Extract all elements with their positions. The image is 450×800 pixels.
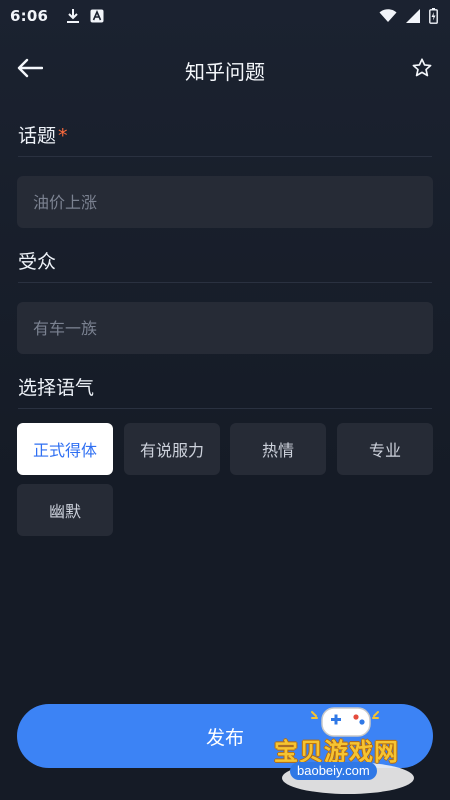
publish-button[interactable]: 发布 — [17, 704, 433, 768]
tone-chip-humorous[interactable]: 幽默 — [17, 484, 113, 536]
wifi-icon — [379, 9, 397, 23]
tone-chip-professional[interactable]: 专业 — [337, 423, 433, 475]
signal-icon — [405, 9, 421, 23]
audience-input[interactable] — [17, 302, 433, 354]
required-mark: * — [58, 125, 68, 147]
status-notification-icons — [66, 8, 104, 24]
download-icon — [66, 8, 80, 24]
tone-label: 选择语气 — [18, 377, 95, 399]
favorite-button[interactable] — [410, 56, 434, 80]
status-time: 6:06 — [10, 7, 49, 25]
topic-label: 话题 * — [18, 121, 68, 148]
tone-chip-persuasive[interactable]: 有说服力 — [124, 423, 220, 475]
star-outline-icon — [412, 58, 432, 77]
a-badge-icon — [90, 9, 104, 23]
header: 知乎问题 — [0, 42, 450, 96]
topic-label-text: 话题 — [18, 125, 57, 147]
tone-chip-enthusiastic[interactable]: 热情 — [230, 423, 326, 475]
topic-input[interactable] — [17, 176, 433, 228]
audience-divider — [18, 282, 432, 283]
page-title: 知乎问题 — [185, 60, 265, 84]
tone-chip-formal[interactable]: 正式得体 — [17, 423, 113, 475]
status-bar: 6:06 — [0, 0, 450, 32]
topic-divider — [18, 156, 432, 157]
screen: 6:06 知乎问题 话题 * 油价上涨 受众 有车一族 选择语气 正式得体 有说… — [0, 0, 450, 800]
battery-icon — [429, 8, 438, 24]
tone-divider — [18, 408, 432, 409]
audience-label: 受众 — [18, 251, 57, 273]
status-system-icons — [379, 8, 438, 24]
